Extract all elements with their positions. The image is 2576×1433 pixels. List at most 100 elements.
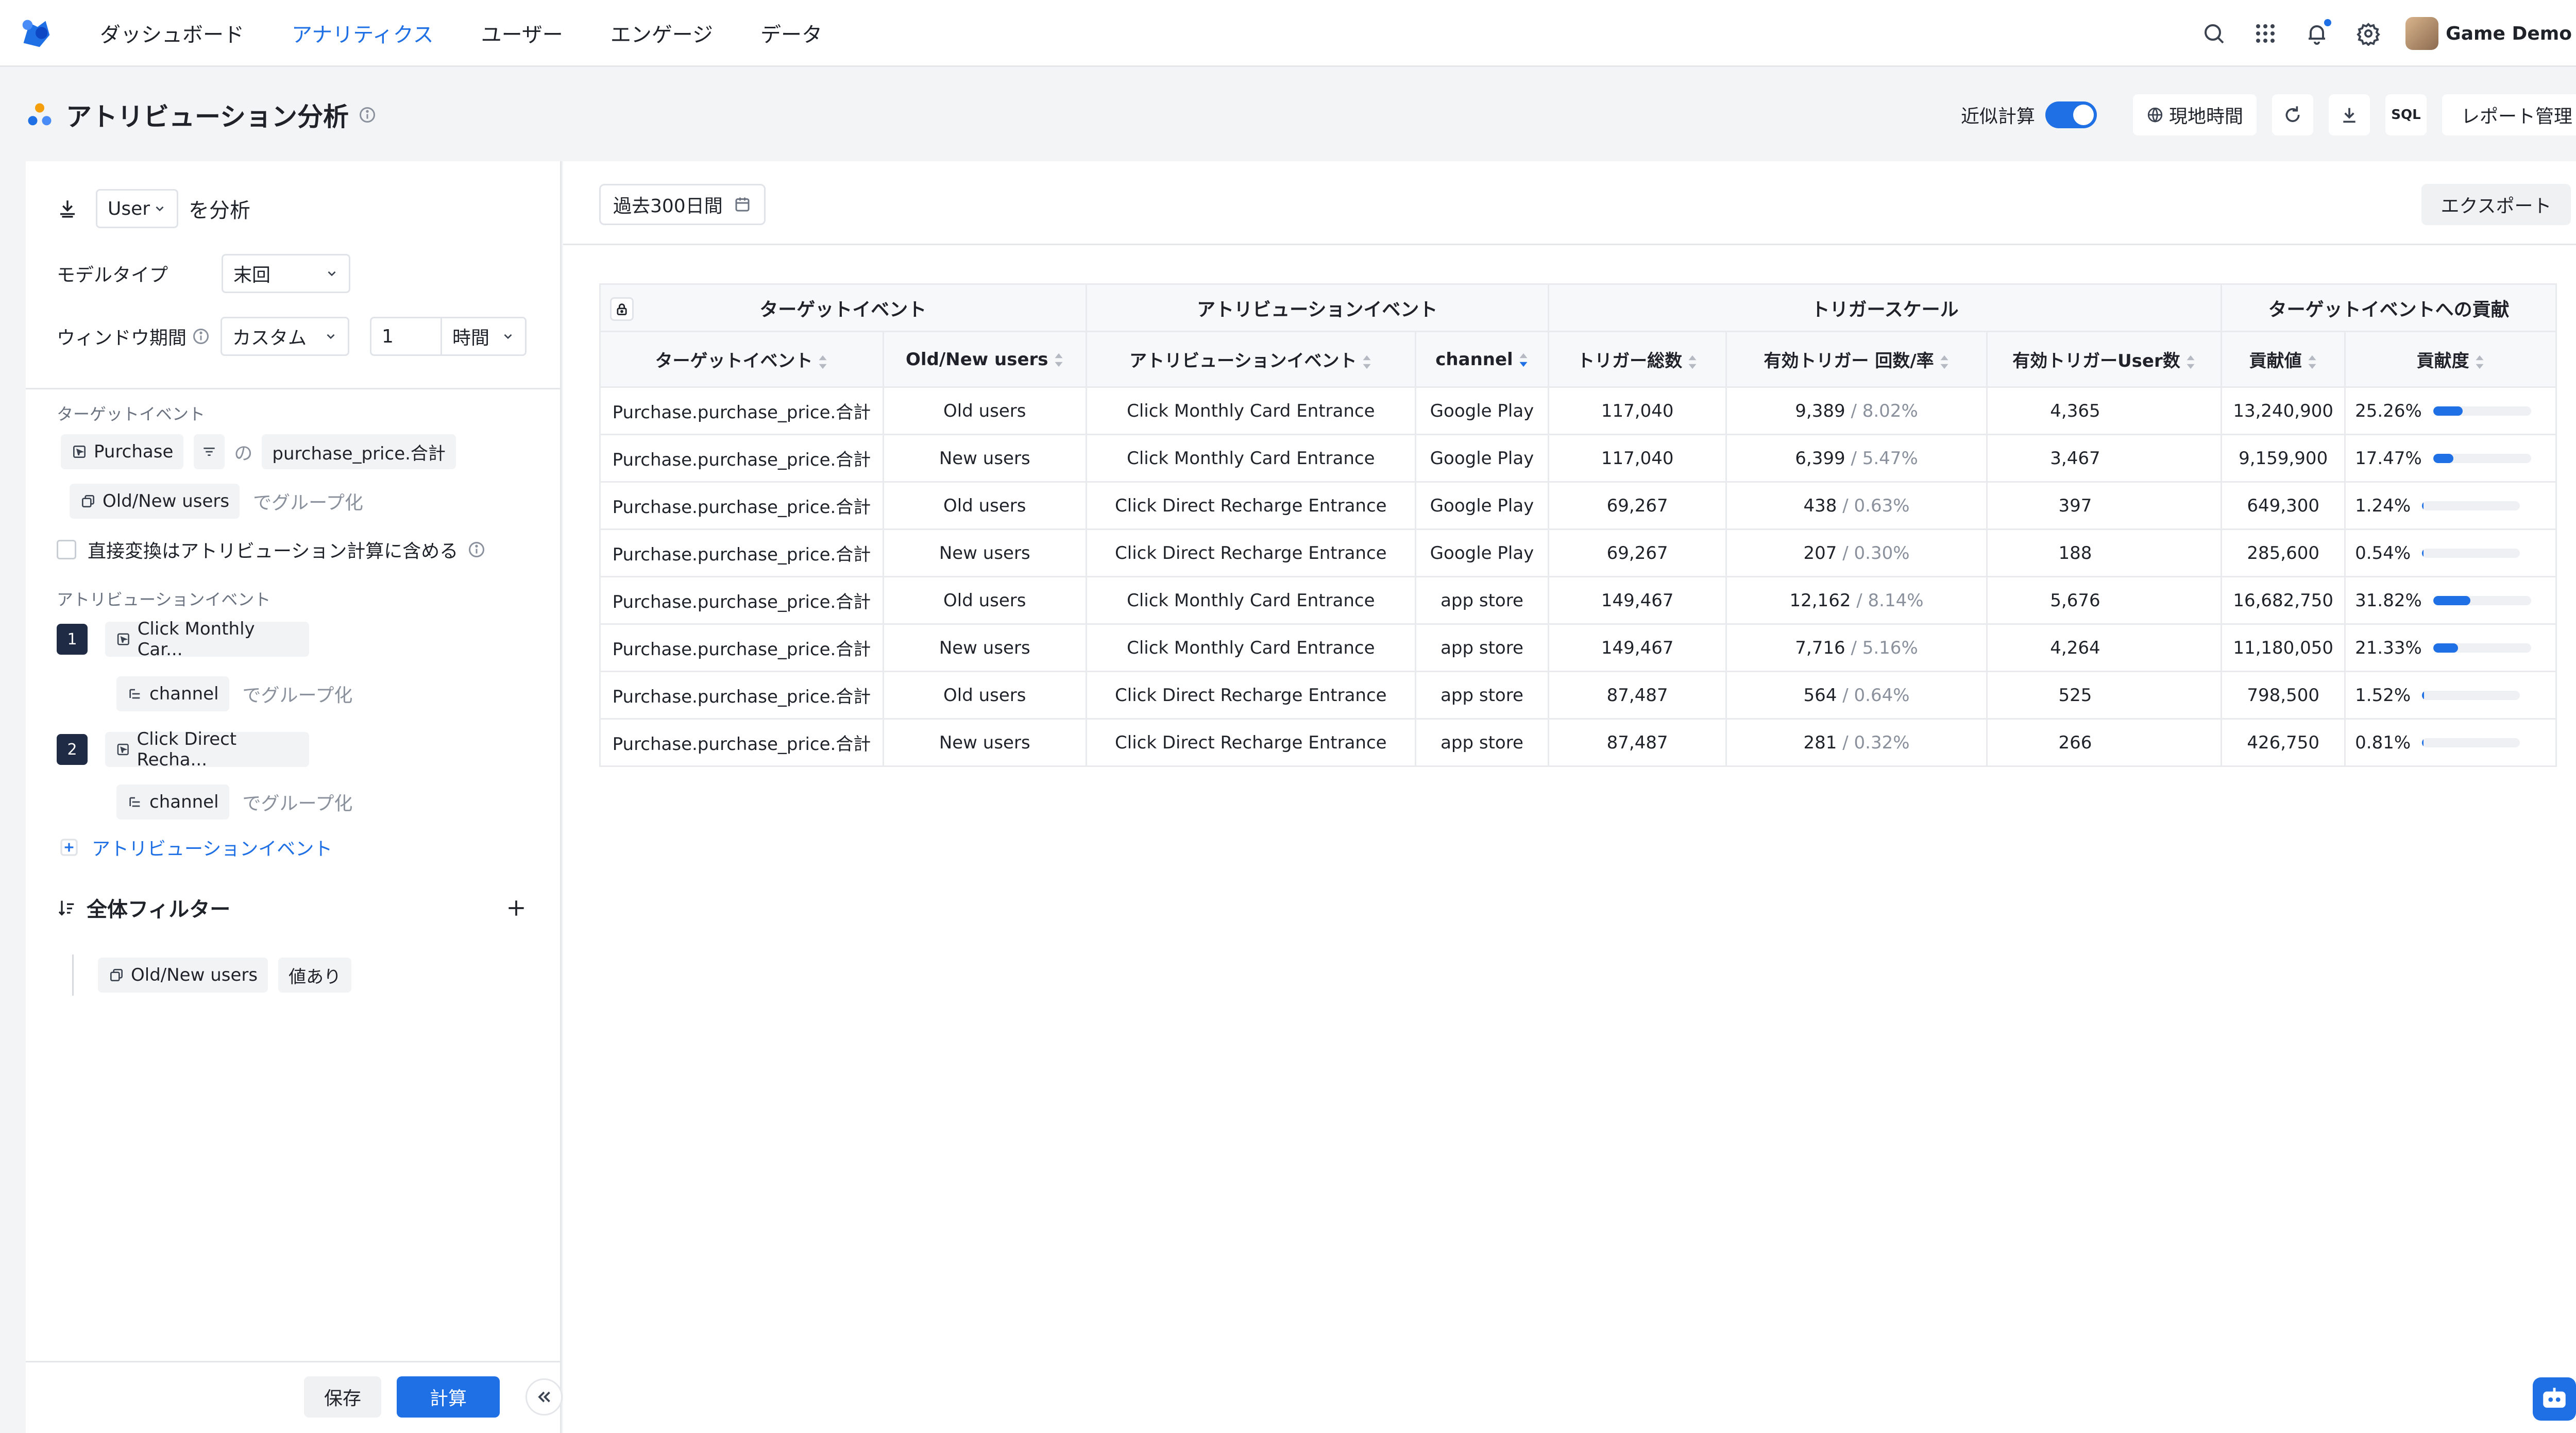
app-logo-icon[interactable]: [15, 13, 56, 53]
approx-calc-toggle[interactable]: [2045, 101, 2097, 128]
window-unit-select[interactable]: 時間: [442, 317, 527, 356]
refresh-button[interactable]: [2272, 94, 2313, 135]
target-event-chip[interactable]: Purchase: [61, 434, 184, 469]
report-manage-button[interactable]: レポート管理: [2442, 94, 2576, 135]
table-row[interactable]: Purchase.purchase_price.合計 New users Click…: [599, 528, 2557, 577]
target-event-section-label: ターゲットイベント: [57, 404, 206, 424]
bell-icon[interactable]: [2300, 17, 2333, 50]
cell-trigger-total: 69,267: [1547, 481, 1727, 530]
cell-valid-users: 3,467: [1986, 434, 2223, 483]
apps-grid-icon[interactable]: [2249, 17, 2282, 50]
nav-analytics[interactable]: アナリティクス: [292, 18, 434, 48]
nav-dashboard[interactable]: ダッシュボード: [100, 18, 244, 48]
target-event-name: Purchase: [94, 441, 174, 462]
model-type-select[interactable]: 末回: [222, 254, 350, 293]
contrib-pct: 25.26%: [2355, 400, 2422, 421]
table-row[interactable]: Purchase.purchase_price.合計 New users Click…: [599, 623, 2557, 672]
cell-contrib-value: 11,180,050: [2221, 623, 2346, 672]
chevron-down-icon: [156, 206, 164, 212]
group-by-chip[interactable]: Old/New users: [70, 484, 240, 519]
attribution-group-suffix: でグループ化: [242, 793, 353, 814]
attribution-event-chip[interactable]: Click Monthly Car...: [105, 619, 309, 660]
download-button[interactable]: [2329, 94, 2370, 135]
filter-op-chip[interactable]: 値あり: [278, 958, 352, 993]
col-channel[interactable]: channel: [1415, 331, 1549, 388]
table-row[interactable]: Purchase.purchase_price.合計 New users Click…: [599, 434, 2557, 483]
report-manage-label: レポート管理: [2461, 106, 2572, 127]
export-button[interactable]: エクスポート: [2421, 184, 2571, 225]
calculate-button[interactable]: 計算: [397, 1376, 500, 1418]
contrib-bar-fill: [2433, 453, 2454, 463]
contrib-bar-fill: [2422, 738, 2424, 747]
user-name[interactable]: Game Demo: [2446, 23, 2572, 44]
valid-count: 9,389: [1795, 400, 1845, 421]
nav-data[interactable]: データ: [760, 18, 822, 48]
attribution-event-chip[interactable]: Click Direct Recha...: [105, 729, 309, 770]
table-row[interactable]: Purchase.purchase_price.合計 Old users Click…: [599, 671, 2557, 720]
filter-prop-chip[interactable]: Old/New users: [98, 958, 268, 993]
cell-trigger-total: 117,040: [1547, 386, 1727, 435]
lock-column-button[interactable]: [610, 297, 634, 321]
analyze-subject-row: User を分析: [57, 189, 250, 228]
sort-icon: [1688, 355, 1697, 369]
collapse-panel-button[interactable]: [526, 1378, 563, 1415]
panel-footer: 保存 計算: [304, 1376, 500, 1418]
info-icon[interactable]: [192, 327, 210, 346]
col-contrib-value[interactable]: 貢献値: [2221, 331, 2346, 388]
cell-contrib-value: 285,600: [2221, 528, 2346, 577]
cell-target: Purchase.purchase_price.合計: [599, 718, 884, 767]
add-attribution-row[interactable]: アトリビューションイベント: [59, 834, 332, 861]
cell-contrib-pct: 31.82%: [2344, 576, 2557, 625]
target-metric-chip[interactable]: purchase_price.合計: [262, 434, 456, 469]
table-row[interactable]: Purchase.purchase_price.合計 Old users Click…: [599, 386, 2557, 435]
cell-channel: Google Play: [1415, 434, 1549, 483]
contrib-bar-fill: [2422, 501, 2424, 510]
attribution-group-chip[interactable]: channel: [116, 676, 229, 711]
rate-separator: /: [1851, 400, 1857, 421]
event-prop-icon: [129, 689, 140, 699]
window-value-input[interactable]: 1: [370, 317, 443, 356]
info-icon[interactable]: [358, 106, 377, 124]
timezone-button[interactable]: 現地時間: [2132, 94, 2257, 135]
assistant-bot-icon[interactable]: [2533, 1377, 2576, 1421]
avatar[interactable]: [2405, 17, 2439, 50]
col-valid-trigger[interactable]: 有効トリガー 回数/率: [1725, 331, 1988, 388]
contrib-pct: 0.54%: [2355, 542, 2411, 564]
contrib-pct: 1.52%: [2355, 685, 2411, 706]
search-icon[interactable]: [2197, 17, 2230, 50]
table-row[interactable]: Purchase.purchase_price.合計 Old users Click…: [599, 576, 2557, 625]
sql-button[interactable]: SQL: [2385, 94, 2427, 135]
table-row[interactable]: Purchase.purchase_price.合計 Old users Click…: [599, 481, 2557, 530]
info-icon[interactable]: [467, 540, 486, 559]
gear-icon[interactable]: [2352, 17, 2385, 50]
target-event-section: ターゲットイベント: [57, 401, 205, 425]
col-attribution-event[interactable]: アトリビューションイベント: [1085, 331, 1417, 388]
date-range-picker[interactable]: 過去300日間: [599, 184, 766, 225]
table-row[interactable]: Purchase.purchase_price.合計 New users Click…: [599, 718, 2557, 767]
analyze-subject-select[interactable]: User: [96, 189, 178, 228]
target-event-row: Purchase の purchase_price.合計: [61, 434, 456, 469]
filter-op-value: 値あり: [289, 966, 342, 987]
filter-icon: [204, 448, 215, 456]
header-actions: 近似計算 現地時間 SQL レポート管理: [1961, 94, 2576, 135]
timezone-label: 現地時間: [2168, 106, 2243, 127]
global-filter-row: 全体フィルター: [57, 893, 230, 923]
col-trigger-total[interactable]: トリガー総数: [1547, 331, 1727, 388]
toolbar-divider: [563, 244, 2576, 245]
nav-engage[interactable]: エンゲージ: [611, 18, 713, 48]
save-button[interactable]: 保存: [304, 1376, 381, 1418]
include-direct-checkbox[interactable]: [57, 540, 76, 559]
nav-right: Game Demo: [2179, 0, 2576, 67]
group-target-event-label: ターゲットイベント: [759, 299, 927, 320]
add-attribution-link[interactable]: アトリビューションイベント: [92, 834, 332, 861]
col-valid-users[interactable]: 有効トリガーUser数: [1986, 331, 2223, 388]
col-user-type[interactable]: Old/New users: [882, 331, 1087, 388]
attribution-group-chip[interactable]: channel: [116, 784, 229, 820]
col-contrib-pct[interactable]: 貢献度: [2344, 331, 2557, 388]
window-mode-select[interactable]: カスタム: [221, 317, 350, 356]
nav-users[interactable]: ユーザー: [481, 18, 563, 48]
valid-rate: 8.14%: [1868, 590, 1924, 611]
event-filter-button[interactable]: [194, 434, 225, 469]
col-target-event[interactable]: ターゲットイベント: [599, 331, 884, 388]
add-filter-plus-icon[interactable]: [505, 897, 528, 919]
